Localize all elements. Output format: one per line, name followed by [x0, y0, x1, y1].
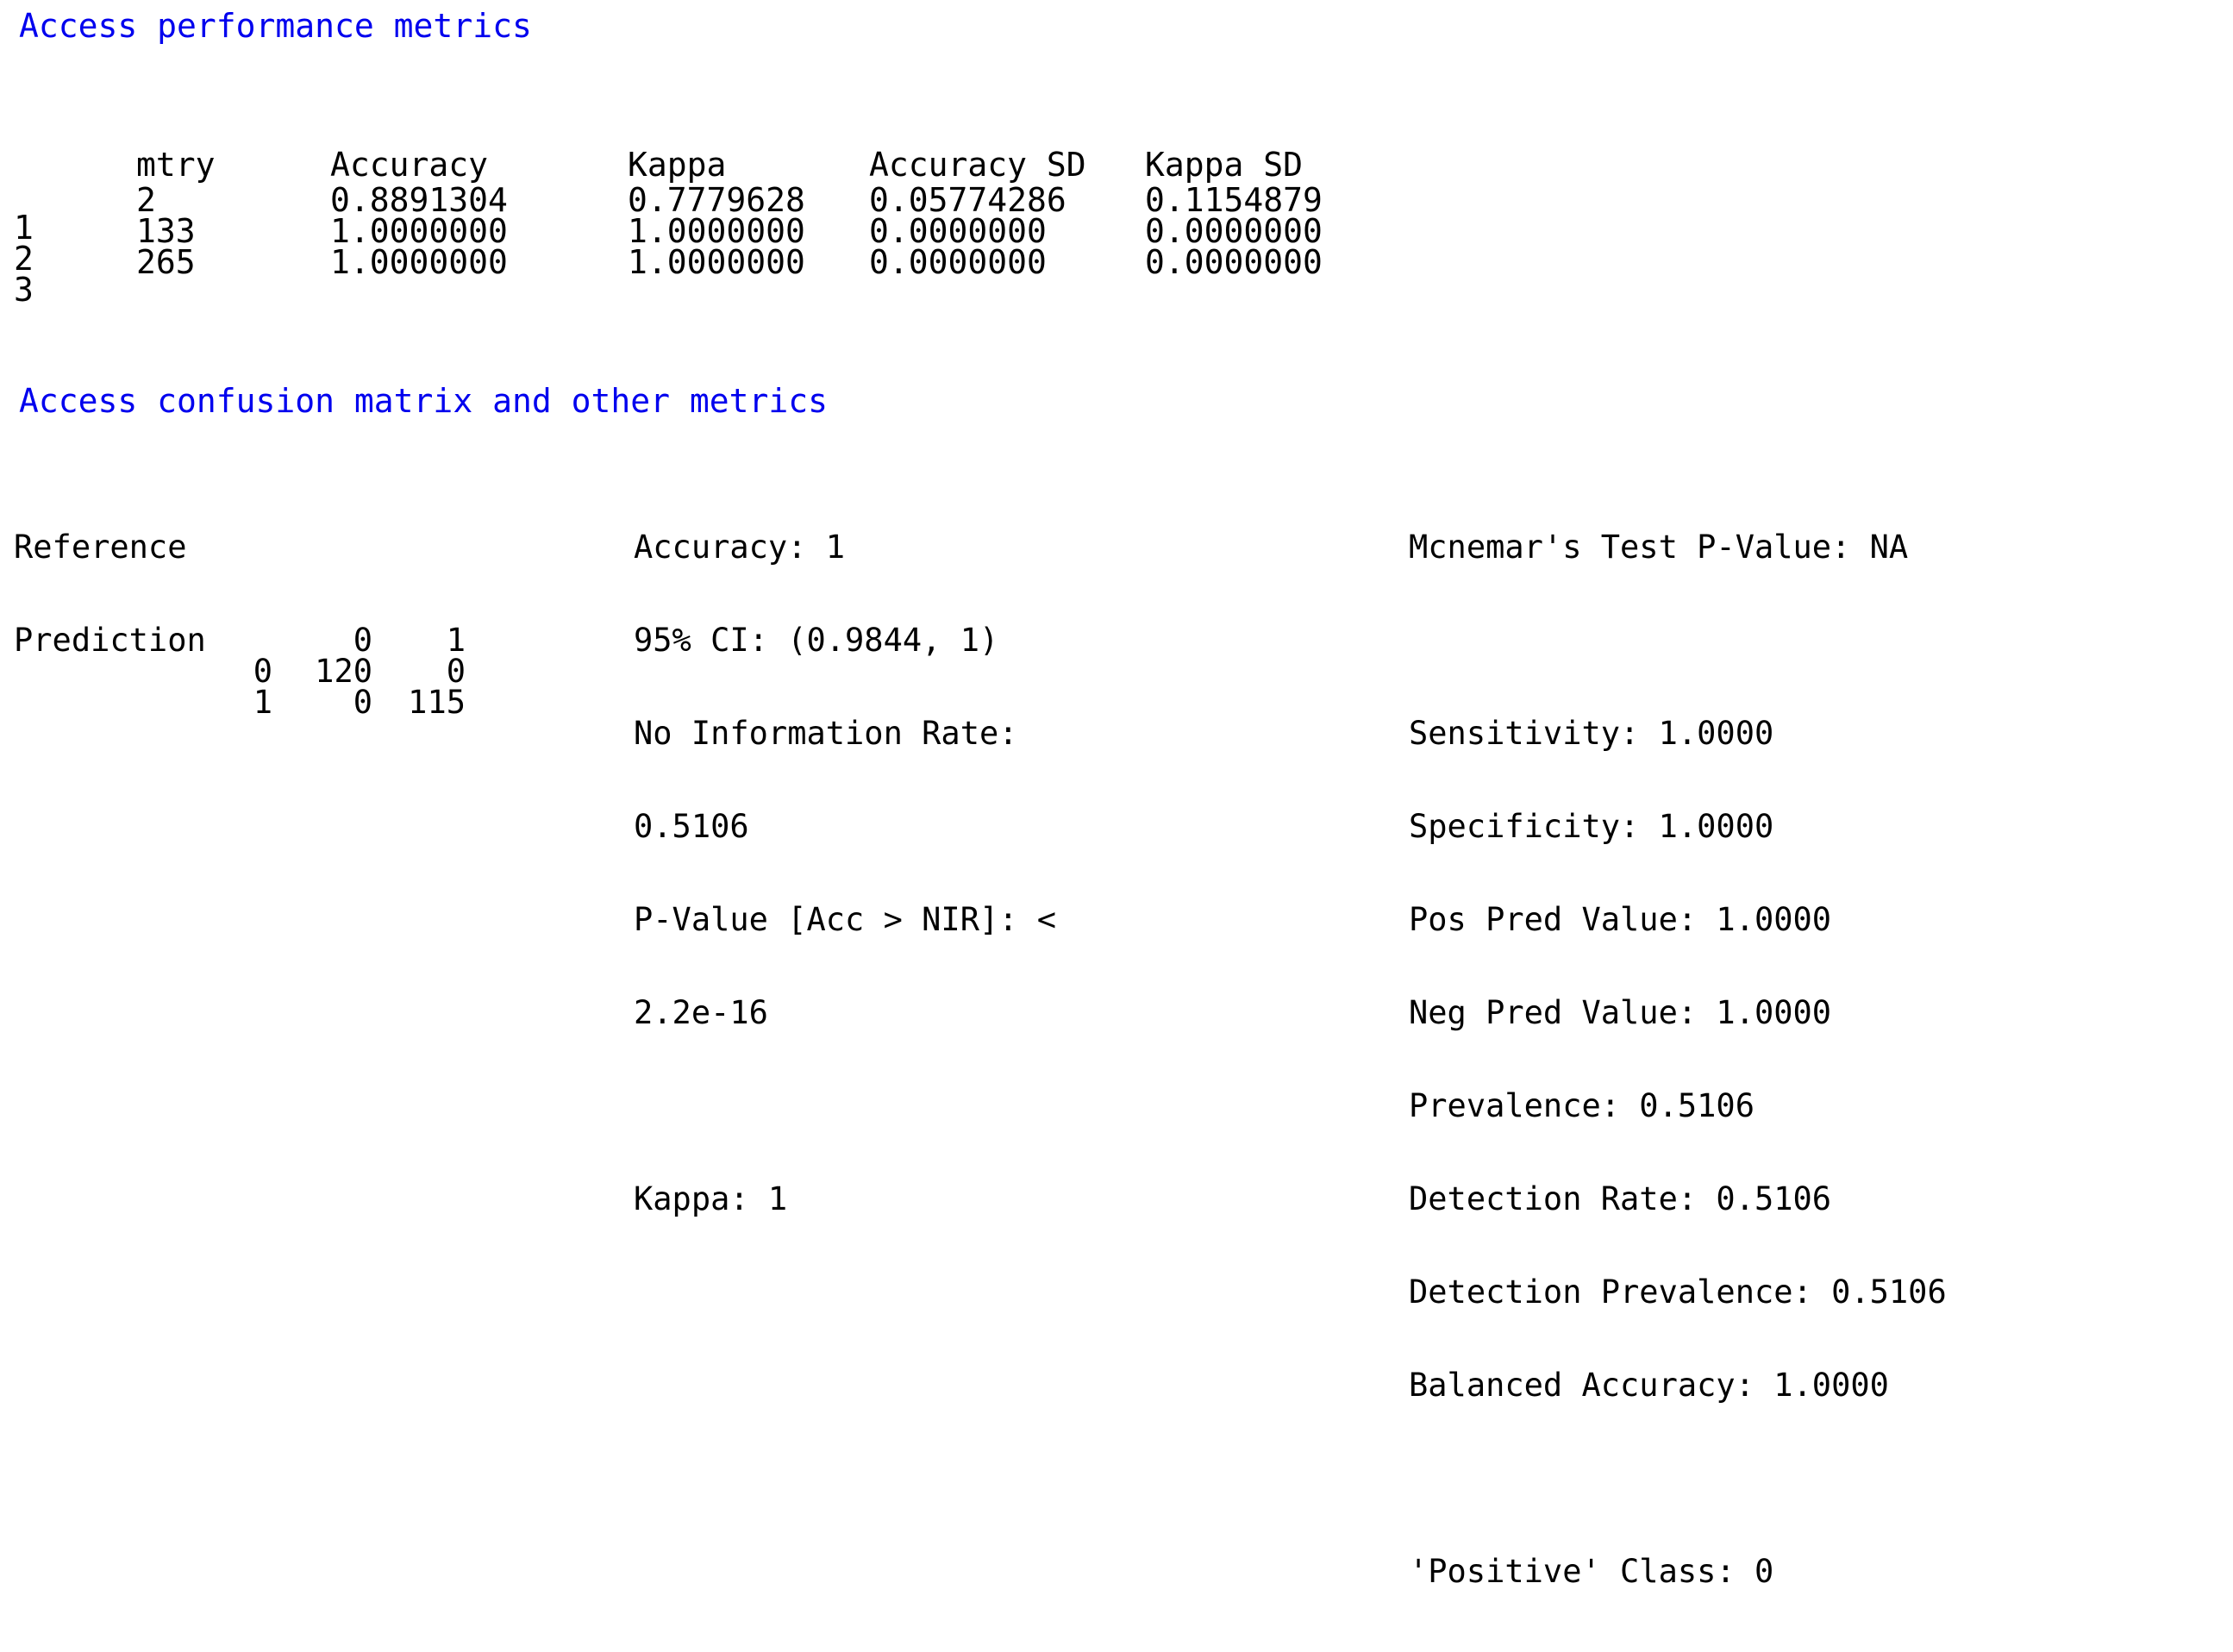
stat-balanced-accuracy: Balanced Accuracy: 1.0000: [1409, 1370, 2233, 1401]
mcnemar-test-line: Mcnemar's Test P-Value: NA: [1409, 532, 2233, 563]
metrics-row-index-label: 3: [14, 274, 34, 305]
table-row: 3 265 1.0000000 1.0000000 0.0000000 0.00…: [0, 247, 1404, 278]
stat-detection-prevalence: Detection Prevalence: 0.5106: [1409, 1277, 2233, 1308]
metrics-rowindex-header: [0, 145, 129, 185]
metrics-row-index: 3: [0, 247, 129, 278]
metrics-cell-accuracy-sd: 0.05774286: [869, 185, 1145, 216]
table-row: 0 120 0: [14, 656, 466, 687]
confusion-matrix-table: Reference Prediction 0 1 0 120 0 1 0 115: [14, 470, 617, 780]
metrics-table-element: mtry Accuracy Kappa Accuracy SD Kappa SD…: [0, 145, 1404, 278]
section-heading-confusion-matrix: Access confusion matrix and other metric…: [19, 382, 828, 420]
confusion-cell-1-0: 0: [279, 687, 372, 718]
metrics-table-head: mtry Accuracy Kappa Accuracy SD Kappa SD: [0, 145, 1404, 185]
confusion-cell-0-1: 0: [372, 656, 466, 687]
confusion-matrix-header-row: Prediction 0 1: [14, 625, 466, 656]
metrics-cell-accuracy-sd: 0.0000000: [869, 216, 1145, 247]
overall-ci-line: 95% CI: (0.9844, 1): [634, 625, 1289, 656]
metrics-cell-accuracy: 0.8891304: [330, 185, 628, 216]
metrics-cell-kappa-sd: 0.0000000: [1145, 247, 1404, 278]
metrics-cell-kappa: 0.7779628: [628, 185, 869, 216]
metrics-cell-mtry: 2: [129, 185, 330, 216]
metrics-cell-accuracy-sd: 0.0000000: [869, 247, 1145, 278]
confusion-matrix-grid: Prediction 0 1 0 120 0 1 0 115: [14, 625, 466, 718]
overall-pvalue-value: 2.2e-16: [634, 998, 1289, 1029]
overall-statistics-column: Accuracy: 1 95% CI: (0.9844, 1) No Infor…: [634, 470, 1289, 1277]
stat-sensitivity: Sensitivity: 1.0000: [1409, 718, 2233, 749]
confusion-col-header-0: 0: [279, 625, 372, 656]
stat-specificity: Specificity: 1.0000: [1409, 811, 2233, 842]
table-row: 1 0 115: [14, 687, 466, 718]
confusion-matrix-output: Reference Prediction 0 1 0 120 0 1 0 115: [0, 470, 39, 811]
metrics-col-header-kappa-sd: Kappa SD: [1145, 145, 1404, 185]
overall-nir-value: 0.5106: [634, 811, 1289, 842]
overall-stats-spacer: [634, 1091, 1289, 1122]
table-row: 1 2 0.8891304 0.7779628 0.05774286 0.115…: [0, 185, 1404, 216]
metrics-cell-kappa-sd: 0.1154879: [1145, 185, 1404, 216]
confusion-col-header-1: 1: [372, 625, 466, 656]
metrics-cell-kappa-sd: 0.0000000: [1145, 216, 1404, 247]
confusion-cell-0-0: 120: [279, 656, 372, 687]
performance-metrics-table: mtry Accuracy Kappa Accuracy SD Kappa SD…: [0, 69, 1404, 316]
class-statistics-column: Mcnemar's Test P-Value: NA Sensitivity: …: [1409, 470, 2233, 1649]
metrics-cell-kappa: 1.0000000: [628, 247, 869, 278]
stat-neg-pred-value: Neg Pred Value: 1.0000: [1409, 998, 2233, 1029]
overall-pvalue-label: P-Value [Acc > NIR]: <: [634, 904, 1289, 936]
overall-kappa-line: Kappa: 1: [634, 1184, 1289, 1215]
metrics-col-header-accuracy-sd: Accuracy SD: [869, 145, 1145, 185]
confusion-row-label-0: 0: [14, 656, 279, 687]
metrics-row-index: 1: [0, 185, 129, 216]
stat-detection-rate: Detection Rate: 0.5106: [1409, 1184, 2233, 1215]
overall-accuracy-line: Accuracy: 1: [634, 532, 1289, 563]
confusion-matrix-body: Prediction 0 1 0 120 0 1 0 115: [14, 625, 466, 718]
metrics-col-header-mtry: mtry: [129, 145, 330, 185]
metrics-col-header-kappa: Kappa: [628, 145, 869, 185]
metrics-cell-kappa: 1.0000000: [628, 216, 869, 247]
confusion-row-label-1: 1: [14, 687, 279, 718]
confusion-reference-label: Reference: [14, 532, 617, 563]
overall-nir-label: No Information Rate:: [634, 718, 1289, 749]
confusion-prediction-label: Prediction: [14, 625, 279, 656]
metrics-cell-accuracy: 1.0000000: [330, 216, 628, 247]
metrics-cell-mtry: 133: [129, 216, 330, 247]
metrics-col-header-accuracy: Accuracy: [330, 145, 628, 185]
class-stats-spacer-bottom: [1409, 1463, 2233, 1494]
metrics-table-body: 1 2 0.8891304 0.7779628 0.05774286 0.115…: [0, 185, 1404, 278]
metrics-row-index: 2: [0, 216, 129, 247]
metrics-cell-mtry: 265: [129, 247, 330, 278]
stat-prevalence: Prevalence: 0.5106: [1409, 1091, 2233, 1122]
class-stats-spacer-top: [1409, 625, 2233, 656]
confusion-cell-1-1: 115: [372, 687, 466, 718]
positive-class-line: 'Positive' Class: 0: [1409, 1556, 2233, 1587]
metrics-cell-accuracy: 1.0000000: [330, 247, 628, 278]
table-row: 2 133 1.0000000 1.0000000 0.0000000 0.00…: [0, 216, 1404, 247]
metrics-header-row: mtry Accuracy Kappa Accuracy SD Kappa SD: [0, 145, 1404, 185]
section-heading-performance-metrics: Access performance metrics: [19, 7, 532, 45]
stat-pos-pred-value: Pos Pred Value: 1.0000: [1409, 904, 2233, 936]
